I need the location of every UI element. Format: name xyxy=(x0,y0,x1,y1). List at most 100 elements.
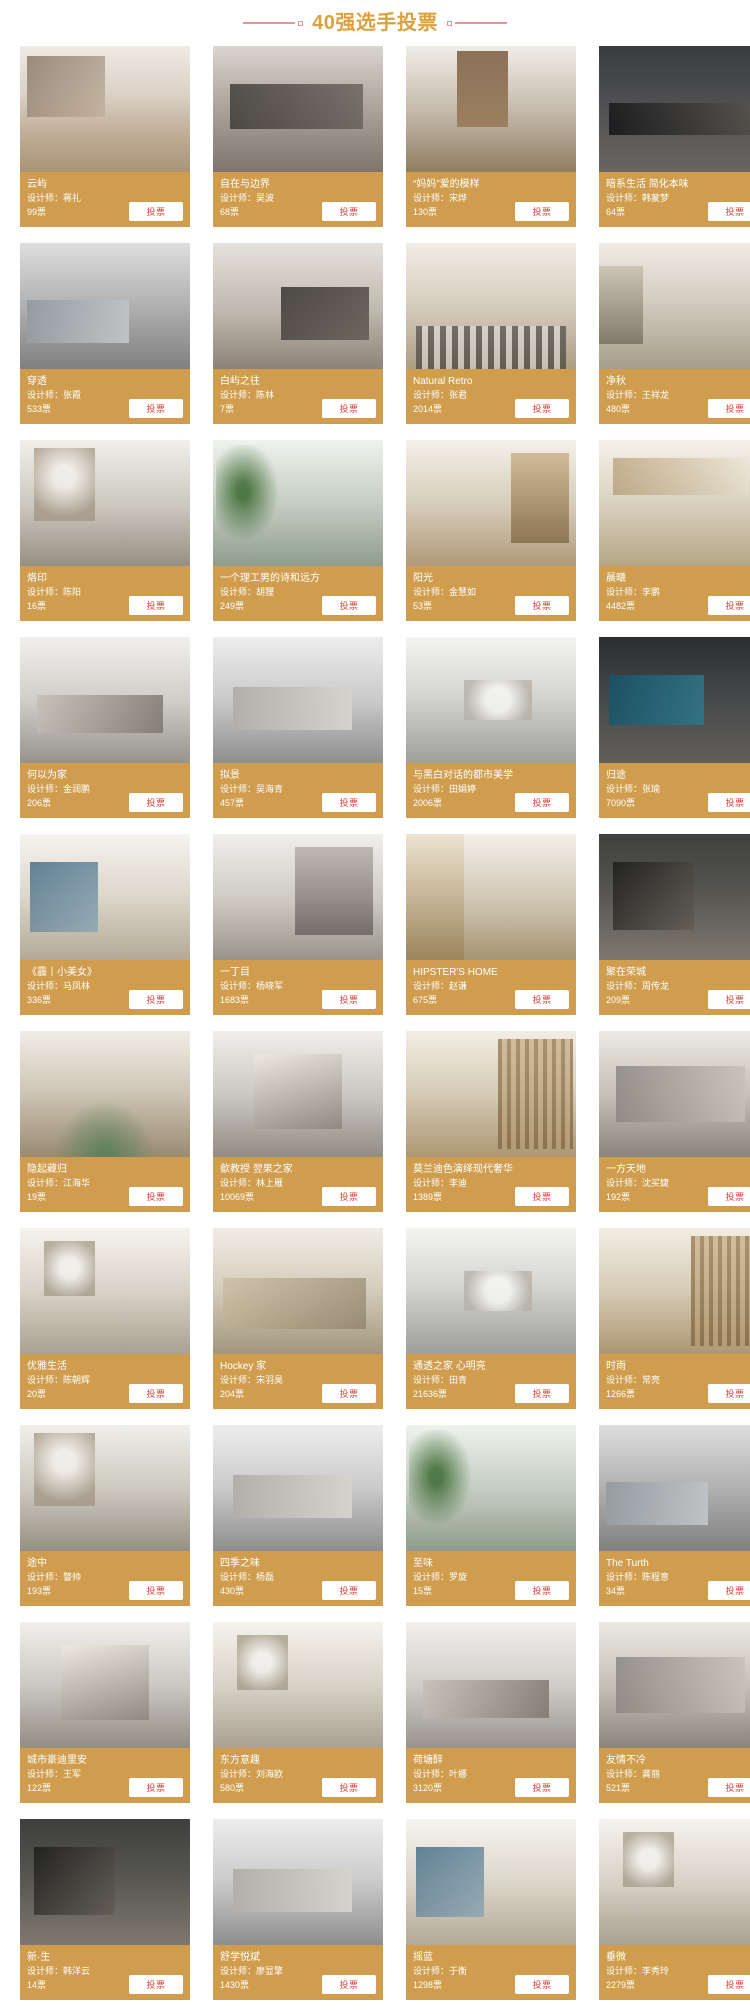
vote-button[interactable]: 投票 xyxy=(515,399,569,418)
contestant-card[interactable]: “妈妈”爱的模样 设计师：宋烨 130票 投票 xyxy=(406,46,576,227)
vote-button[interactable]: 投票 xyxy=(708,1384,750,1403)
vote-button[interactable]: 投票 xyxy=(515,1581,569,1600)
contestant-photo[interactable] xyxy=(20,637,190,763)
contestant-photo[interactable] xyxy=(406,1425,576,1551)
vote-button[interactable]: 投票 xyxy=(322,202,376,221)
contestant-photo[interactable] xyxy=(599,1622,750,1748)
contestant-card[interactable]: 净秋 设计师：王祥龙 480票 投票 xyxy=(599,243,750,424)
contestant-photo[interactable] xyxy=(20,1031,190,1157)
vote-button[interactable]: 投票 xyxy=(322,1187,376,1206)
contestant-photo[interactable] xyxy=(599,834,750,960)
contestant-photo[interactable] xyxy=(406,1228,576,1354)
contestant-card[interactable]: The Turth 设计师：陈程意 34票 投票 xyxy=(599,1425,750,1606)
contestant-photo[interactable] xyxy=(20,243,190,369)
contestant-card[interactable]: 垂微 设计师：李秀玲 2279票 投票 xyxy=(599,1819,750,2000)
vote-button[interactable]: 投票 xyxy=(322,1778,376,1797)
vote-button[interactable]: 投票 xyxy=(129,1975,183,1994)
contestant-card[interactable]: 摇蓝 设计师：于衡 1298票 投票 xyxy=(406,1819,576,2000)
contestant-card[interactable]: 自在与边界 设计师：吴波 68票 投票 xyxy=(213,46,383,227)
vote-button[interactable]: 投票 xyxy=(322,1384,376,1403)
contestant-photo[interactable] xyxy=(213,1031,383,1157)
contestant-photo[interactable] xyxy=(213,1228,383,1354)
contestant-photo[interactable] xyxy=(406,1031,576,1157)
vote-button[interactable]: 投票 xyxy=(322,399,376,418)
contestant-photo[interactable] xyxy=(20,1819,190,1945)
contestant-card[interactable]: 何以为家 设计师：金润鹏 206票 投票 xyxy=(20,637,190,818)
contestant-card[interactable]: 暗系生活 简化本味 设计师：韩蒙梦 64票 投票 xyxy=(599,46,750,227)
contestant-photo[interactable] xyxy=(20,46,190,172)
contestant-photo[interactable] xyxy=(599,440,750,566)
vote-button[interactable]: 投票 xyxy=(515,1187,569,1206)
contestant-photo[interactable] xyxy=(599,1819,750,1945)
contestant-card[interactable]: 舒学悦斌 设计师：廖显擎 1430票 投票 xyxy=(213,1819,383,2000)
vote-button[interactable]: 投票 xyxy=(129,990,183,1009)
contestant-card[interactable]: 友情不冷 设计师：龚丽 521票 投票 xyxy=(599,1622,750,1803)
contestant-card[interactable]: 拟景 设计师：吴海青 457票 投票 xyxy=(213,637,383,818)
contestant-photo[interactable] xyxy=(599,46,750,172)
contestant-card[interactable]: Hockey 家设计师：宋羽昊 204票 投票 xyxy=(213,1228,383,1409)
contestant-photo[interactable] xyxy=(406,440,576,566)
vote-button[interactable]: 投票 xyxy=(129,1384,183,1403)
contestant-photo[interactable] xyxy=(213,440,383,566)
contestant-card[interactable]: 城市豪迪里安 设计师：王军 122票 投票 xyxy=(20,1622,190,1803)
vote-button[interactable]: 投票 xyxy=(708,596,750,615)
contestant-card[interactable]: 途中 设计师：瞥帅 193票 投票 xyxy=(20,1425,190,1606)
contestant-card[interactable]: Natural Retro 设计师：张君 2014票 投票 xyxy=(406,243,576,424)
contestant-card[interactable]: 时雨 设计师：常亮 1266票 投票 xyxy=(599,1228,750,1409)
contestant-card[interactable]: 通透之家 心明亮 设计师：田青 21636票 投票 xyxy=(406,1228,576,1409)
contestant-card[interactable]: 一方天地 设计师：沈买婕 192票 投票 xyxy=(599,1031,750,1212)
contestant-card[interactable]: 穿透 设计师：张霞 533票 投票 xyxy=(20,243,190,424)
vote-button[interactable]: 投票 xyxy=(322,793,376,812)
contestant-card[interactable]: HIPSTER'S HOME 设计师：赵谦 675票 投票 xyxy=(406,834,576,1015)
contestant-card[interactable]: 阳光 设计师：金慧如 53票 投票 xyxy=(406,440,576,621)
vote-button[interactable]: 投票 xyxy=(322,596,376,615)
contestant-photo[interactable] xyxy=(599,1031,750,1157)
contestant-photo[interactable] xyxy=(406,46,576,172)
contestant-photo[interactable] xyxy=(213,243,383,369)
vote-button[interactable]: 投票 xyxy=(129,1778,183,1797)
contestant-card[interactable]: 一丁目 设计师：杨晓军 1683票 投票 xyxy=(213,834,383,1015)
contestant-card[interactable]: 莫兰迪色演绎现代奢华 设计师：李迪 1389票 投票 xyxy=(406,1031,576,1212)
contestant-card[interactable]: 白屿之往 设计师：陈林 7票 投票 xyxy=(213,243,383,424)
vote-button[interactable]: 投票 xyxy=(708,1581,750,1600)
vote-button[interactable]: 投票 xyxy=(515,1975,569,1994)
vote-button[interactable]: 投票 xyxy=(129,793,183,812)
contestant-photo[interactable] xyxy=(213,1622,383,1748)
vote-button[interactable]: 投票 xyxy=(129,596,183,615)
contestant-card[interactable]: 烙印 设计师：陈阳 16票 投票 xyxy=(20,440,190,621)
contestant-card[interactable]: 一个理工男的诗和远方 设计师：胡狸 249票 投票 xyxy=(213,440,383,621)
contestant-photo[interactable] xyxy=(20,1228,190,1354)
contestant-photo[interactable] xyxy=(213,46,383,172)
vote-button[interactable]: 投票 xyxy=(515,793,569,812)
vote-button[interactable]: 投票 xyxy=(515,202,569,221)
contestant-photo[interactable] xyxy=(406,243,576,369)
contestant-card[interactable]: 荷塘醉 设计师：叶娜 3120票 投票 xyxy=(406,1622,576,1803)
contestant-photo[interactable] xyxy=(213,834,383,960)
vote-button[interactable]: 投票 xyxy=(708,1778,750,1797)
contestant-photo[interactable] xyxy=(406,834,576,960)
contestant-photo[interactable] xyxy=(20,834,190,960)
contestant-card[interactable]: 至味 设计师：罗旋 15票 投票 xyxy=(406,1425,576,1606)
contestant-photo[interactable] xyxy=(599,1425,750,1551)
contestant-photo[interactable] xyxy=(599,243,750,369)
contestant-card[interactable]: 云屿 设计师：蒋礼 99票 投票 xyxy=(20,46,190,227)
contestant-photo[interactable] xyxy=(406,1622,576,1748)
contestant-card[interactable]: 四季之味 设计师：杨磊 430票 投票 xyxy=(213,1425,383,1606)
vote-button[interactable]: 投票 xyxy=(708,202,750,221)
vote-button[interactable]: 投票 xyxy=(322,990,376,1009)
contestant-card[interactable]: 聚在荣城 设计师：周传龙 209票 投票 xyxy=(599,834,750,1015)
contestant-photo[interactable] xyxy=(599,637,750,763)
vote-button[interactable]: 投票 xyxy=(708,990,750,1009)
contestant-photo[interactable] xyxy=(406,637,576,763)
vote-button[interactable]: 投票 xyxy=(129,399,183,418)
vote-button[interactable]: 投票 xyxy=(708,793,750,812)
contestant-photo[interactable] xyxy=(213,1819,383,1945)
vote-button[interactable]: 投票 xyxy=(708,1975,750,1994)
vote-button[interactable]: 投票 xyxy=(515,1384,569,1403)
contestant-photo[interactable] xyxy=(406,1819,576,1945)
contestant-photo[interactable] xyxy=(20,1622,190,1748)
contestant-photo[interactable] xyxy=(213,1425,383,1551)
vote-button[interactable]: 投票 xyxy=(515,596,569,615)
contestant-photo[interactable] xyxy=(599,1228,750,1354)
contestant-card[interactable]: 东方意趣 设计师：刘海欧 580票 投票 xyxy=(213,1622,383,1803)
